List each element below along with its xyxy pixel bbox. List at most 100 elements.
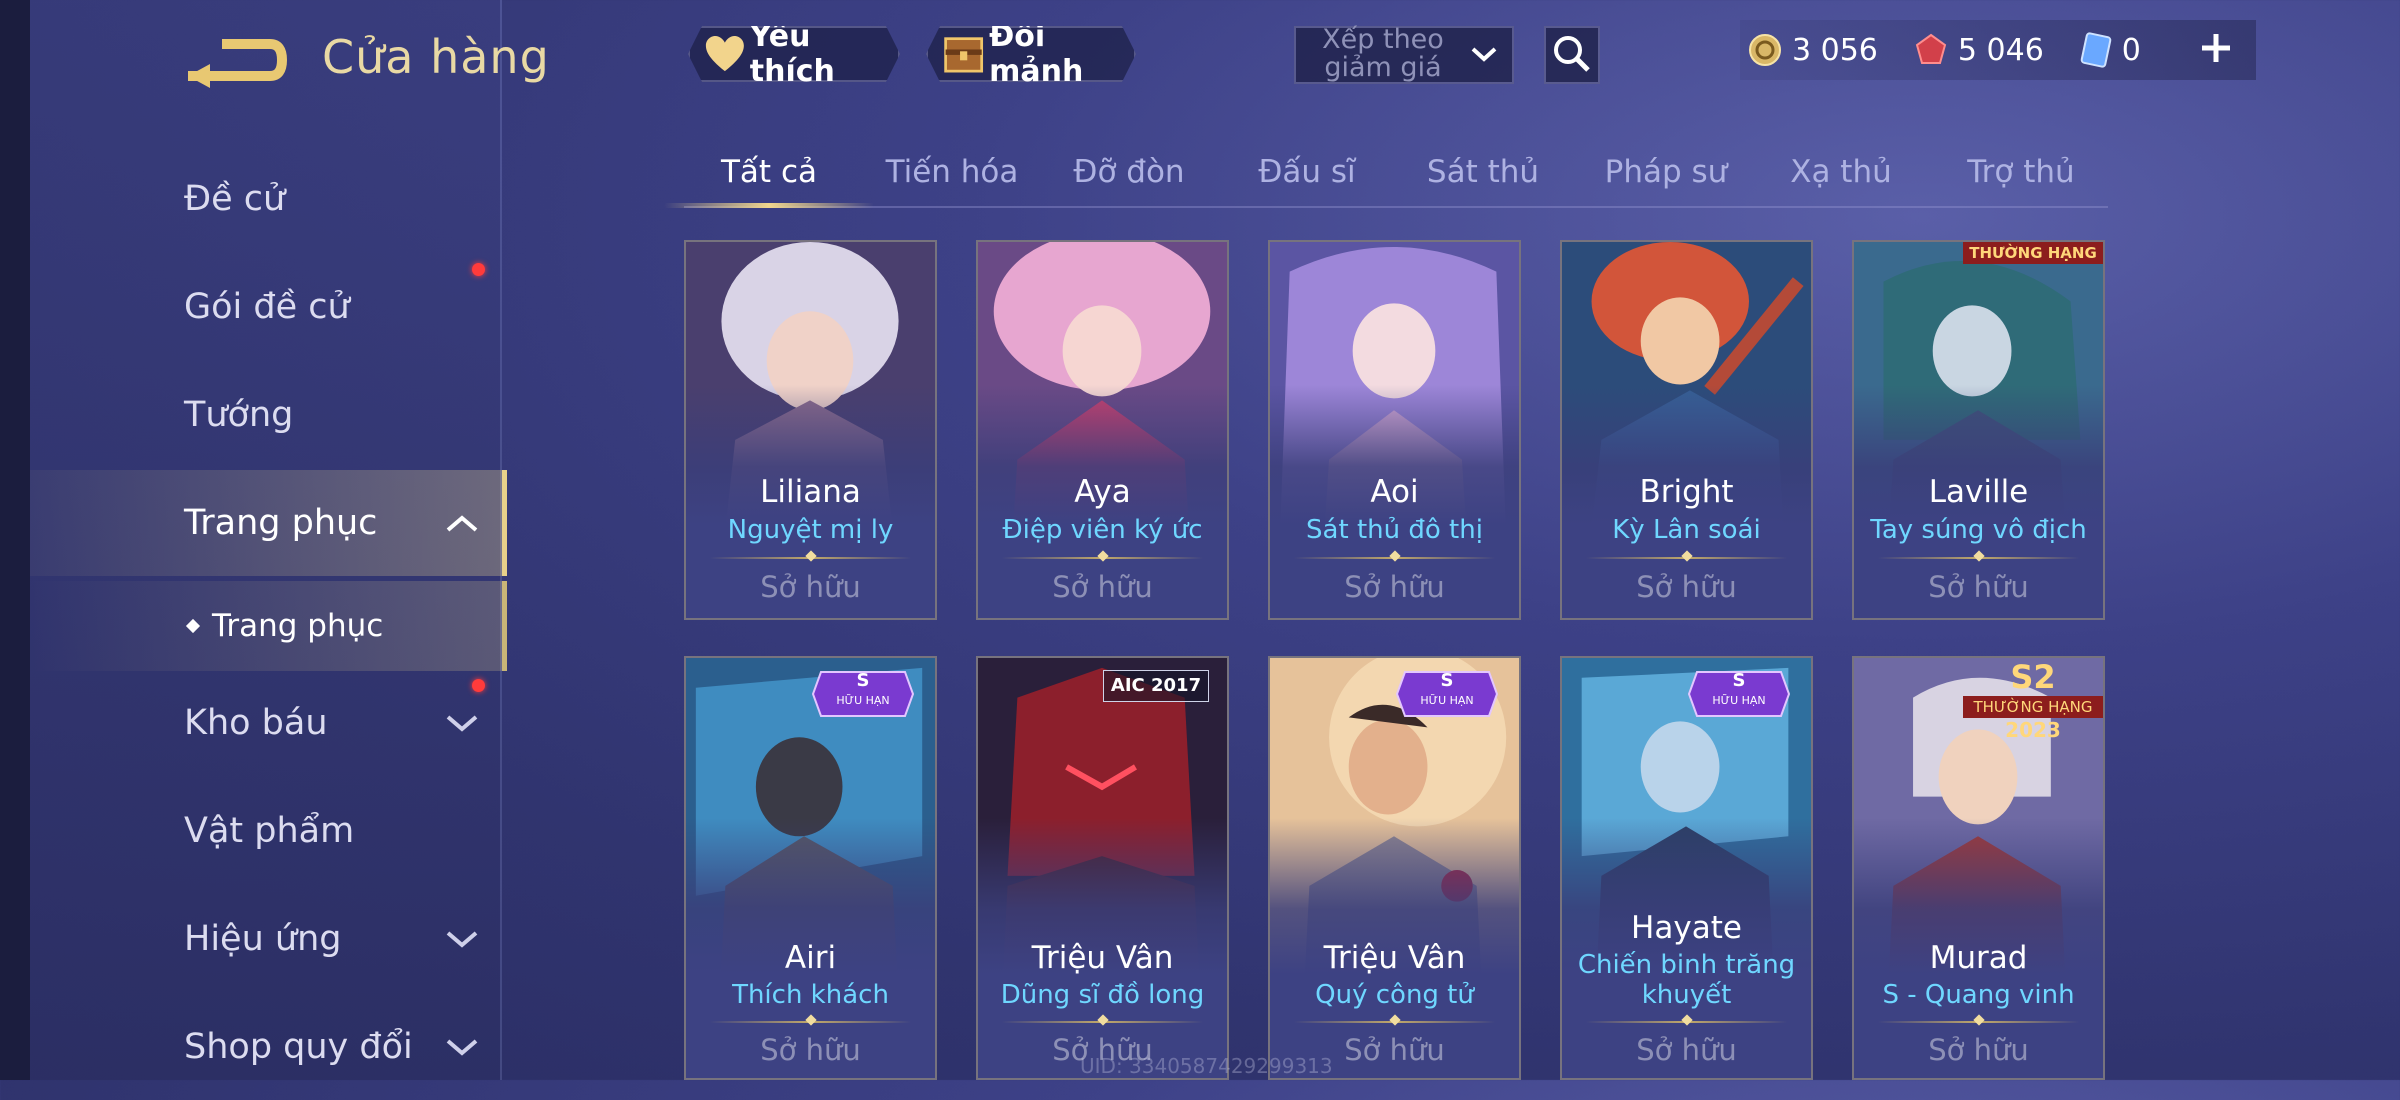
skin-card[interactable]: AIC 2017 Triệu Vân Dũng sĩ đồ long Sở hữ…	[976, 656, 1229, 1080]
add-currency-button[interactable]	[2196, 28, 2236, 68]
limited-badge-text: HỮU HẠN	[836, 694, 890, 707]
sidebar-item-recommended[interactable]: Đề cử	[30, 146, 502, 252]
sidebar-item-heroes[interactable]: Tướng	[30, 362, 502, 468]
heart-icon	[704, 34, 746, 74]
tab-support[interactable]: Trợ thủ	[1936, 140, 2106, 204]
sidebar-item-skins[interactable]: Trang phục	[30, 470, 507, 576]
notification-dot	[472, 263, 485, 276]
card-divider	[1294, 557, 1495, 559]
sidebar-item-label: Vật phẩm	[184, 811, 355, 851]
skin-name: Tay súng vô địch	[1870, 515, 2087, 545]
skin-card[interactable]: THƯỜNG HẠNG Laville Tay súng vô địch Sở …	[1852, 240, 2105, 620]
rank-label: THƯỜNG HẠNG	[1963, 696, 2103, 718]
card-divider	[710, 1021, 911, 1023]
ownership-status: Sở hữu	[1344, 570, 1445, 604]
skin-card[interactable]: Aya Điệp viên ký ức Sở hữu	[976, 240, 1229, 620]
hero-name: Airi	[784, 940, 837, 976]
skin-card[interactable]: S2 THƯỜNG HẠNG 2023 Murad S - Quang vinh…	[1852, 656, 2105, 1080]
card-divider	[1878, 557, 2079, 559]
chevron-down-icon	[1471, 47, 1497, 62]
tab-mage[interactable]: Pháp sư	[1576, 140, 1756, 204]
back-button[interactable]	[180, 30, 290, 90]
skin-name: Dũng sĩ đồ long	[1000, 980, 1205, 1010]
chevron-down-icon	[446, 931, 478, 948]
skin-card[interactable]: Aoi Sát thủ đô thị Sở hữu	[1268, 240, 1521, 620]
bullet-diamond-icon	[185, 618, 201, 634]
tab-assassin[interactable]: Sát thủ	[1398, 140, 1568, 204]
sidebar-item-effects[interactable]: Hiệu ứng	[30, 886, 502, 992]
gold-value: 3 056	[1792, 32, 1878, 68]
skin-card[interactable]: S HỮU HẠN Hayate Chiến binh trăng khuyết…	[1560, 656, 1813, 1080]
sidebar-item-label: Tướng	[184, 395, 294, 435]
card-divider	[1586, 1021, 1787, 1023]
favorites-button[interactable]: Yêu thích	[688, 26, 900, 82]
hero-name: Triệu Vân	[1323, 940, 1466, 976]
limited-badge-text: HỮU HẠN	[1712, 694, 1766, 707]
hero-name: Liliana	[760, 474, 861, 510]
skin-card[interactable]: S HỮU HẠN Airi Thích khách Sở hữu	[684, 656, 937, 1080]
skin-card[interactable]: Bright Kỳ Lân soái Sở hữu	[1560, 240, 1813, 620]
card-divider	[710, 557, 911, 559]
ownership-status: Sở hữu	[760, 1033, 861, 1067]
skin-name: Nguyệt mị ly	[727, 515, 894, 545]
exchange-shards-label: Đổi mảnh	[989, 19, 1084, 89]
exchange-shards-button[interactable]: Đổi mảnh	[926, 26, 1136, 82]
back-arrow-icon	[188, 39, 288, 88]
year-label: 2023	[2005, 718, 2061, 742]
tab-fighter[interactable]: Đấu sĩ	[1222, 140, 1392, 204]
search-button[interactable]	[1544, 26, 1600, 84]
sidebar-item-label: Trang phục	[184, 503, 378, 543]
sort-dropdown-value: Xếp theo giảm giá	[1322, 24, 1444, 83]
card-divider	[1878, 1021, 2079, 1023]
tab-marksman[interactable]: Xạ thủ	[1756, 140, 1926, 204]
limited-badge-letter: S	[856, 670, 870, 691]
sidebar-item-recommended-packs[interactable]: Gói đề cử	[30, 254, 502, 360]
rank-badge: THƯỜNG HẠNG	[1963, 242, 2103, 264]
card-divider	[1002, 557, 1203, 559]
sidebar-item-items[interactable]: Vật phẩm	[30, 778, 502, 884]
skin-card[interactable]: Liliana Nguyệt mị ly Sở hữu	[684, 240, 937, 620]
left-edge-strip	[0, 0, 30, 1080]
tab-all[interactable]: Tất cả	[664, 140, 874, 208]
ownership-status: Sở hữu	[1928, 570, 2029, 604]
hero-name: Aya	[1074, 474, 1131, 510]
category-tabs: Tất cả Tiến hóa Đỡ đòn Đấu sĩ Sát thủ Ph…	[664, 140, 2108, 208]
user-id-watermark: UID: 3340587429299313	[1080, 1054, 1333, 1078]
ownership-status: Sở hữu	[1636, 1033, 1737, 1067]
sort-dropdown[interactable]: Xếp theo giảm giá	[1294, 26, 1514, 84]
plus-icon	[2202, 34, 2230, 62]
skin-card[interactable]: S HỮU HẠN Triệu Vân Quý công tử Sở hữu	[1268, 656, 1521, 1080]
tab-evolution[interactable]: Tiến hóa	[862, 140, 1042, 204]
ruby-value: 5 046	[1957, 32, 2044, 68]
ruby-balance: 5 046	[1914, 33, 2044, 68]
hero-name: Triệu Vân	[1031, 940, 1174, 976]
event-badge: AIC 2017	[1103, 670, 1209, 702]
search-icon	[1554, 36, 1590, 72]
sidebar-subitem-skins[interactable]: Trang phục	[30, 581, 507, 671]
skin-name: Chiến binh trăng khuyết	[1577, 950, 1796, 1010]
page-title: Cửa hàng	[322, 30, 550, 84]
skin-name: Sát thủ đô thị	[1306, 515, 1483, 545]
card-divider	[1294, 1021, 1495, 1023]
sidebar-item-label: Đề cử	[184, 179, 286, 219]
hero-name: Murad	[1929, 940, 2028, 976]
skin-name: Quý công tử	[1315, 980, 1474, 1010]
chevron-down-icon	[446, 715, 478, 732]
limited-badge-letter: S	[1732, 670, 1746, 691]
currency-bar: 3 056 5 046 0	[1740, 20, 2256, 80]
voucher-icon	[2080, 32, 2112, 68]
hero-name: Aoi	[1370, 474, 1419, 510]
sidebar-item-exchange-shop[interactable]: Shop quy đổi	[30, 994, 502, 1100]
limited-s-badge: S HỮU HẠN	[811, 668, 915, 720]
sidebar-item-label: Kho báu	[184, 703, 328, 743]
ruby-icon	[1915, 33, 1947, 64]
favorites-label: Yêu thích	[749, 19, 835, 89]
ownership-status: Sở hữu	[1052, 570, 1153, 604]
limited-s-badge: S HỮU HẠN	[1687, 668, 1791, 720]
skin-name: Thích khách	[732, 980, 889, 1010]
ownership-status: Sở hữu	[760, 570, 861, 604]
hero-name: Hayate	[1631, 910, 1742, 946]
sidebar-item-treasure[interactable]: Kho báu	[30, 670, 502, 776]
tab-tank[interactable]: Đỡ đòn	[1044, 140, 1214, 204]
card-divider	[1002, 1021, 1203, 1023]
